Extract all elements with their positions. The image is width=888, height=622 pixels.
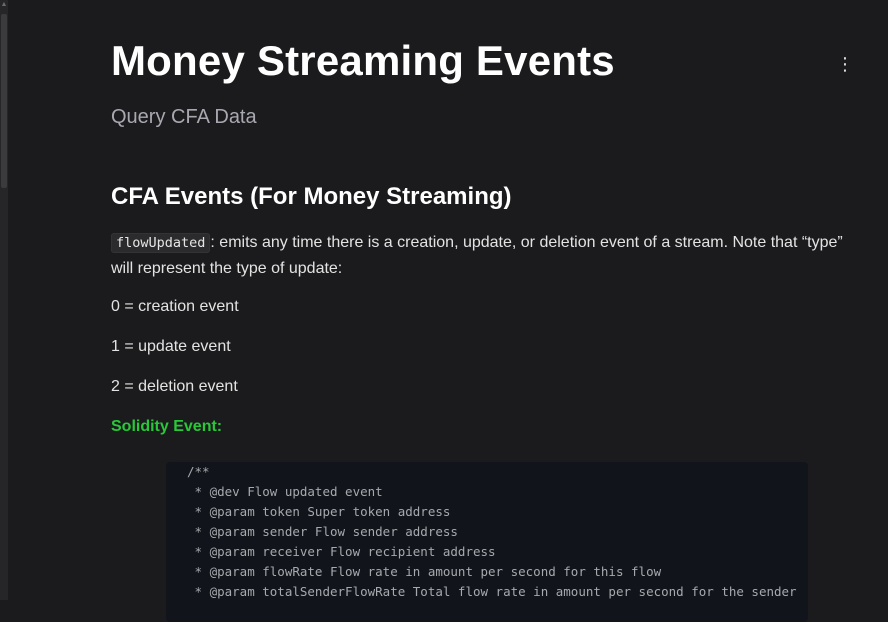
code-line: * @param sender Flow sender address — [187, 524, 458, 539]
code-line: * @dev Flow updated event — [187, 484, 383, 499]
code-block: /** * @dev Flow updated event * @param t… — [166, 462, 808, 622]
solidity-event-label: Solidity Event: — [111, 418, 223, 435]
code-line: * @param totalSenderFlowRate Total flow … — [187, 584, 797, 599]
code-line: * @param token Super token address — [187, 504, 451, 519]
event-type-line: 2 = deletion event — [111, 378, 238, 395]
scrollbar-thumb[interactable] — [1, 14, 7, 188]
intro-text: : emits any time there is a creation, up… — [111, 234, 843, 277]
section-heading: CFA Events (For Money Streaming) — [111, 183, 512, 210]
page-scrollbar[interactable]: ▲ — [0, 0, 8, 600]
code-line: * @param flowRate Flow rate in amount pe… — [187, 564, 662, 579]
event-type-line: 1 = update event — [111, 338, 231, 355]
page-title: Money Streaming Events — [111, 37, 615, 84]
more-options-icon[interactable]: ⋮ — [836, 52, 854, 76]
code-line: /** — [187, 464, 210, 479]
intro-paragraph: flowUpdated: emits any time there is a c… — [111, 230, 861, 281]
event-type-line: 0 = creation event — [111, 298, 239, 315]
inline-code-flowupdated: flowUpdated — [111, 233, 211, 253]
page-subtitle: Query CFA Data — [111, 106, 257, 128]
code-line: * @param receiver Flow recipient address — [187, 544, 496, 559]
scroll-up-arrow-icon[interactable]: ▲ — [0, 0, 8, 10]
